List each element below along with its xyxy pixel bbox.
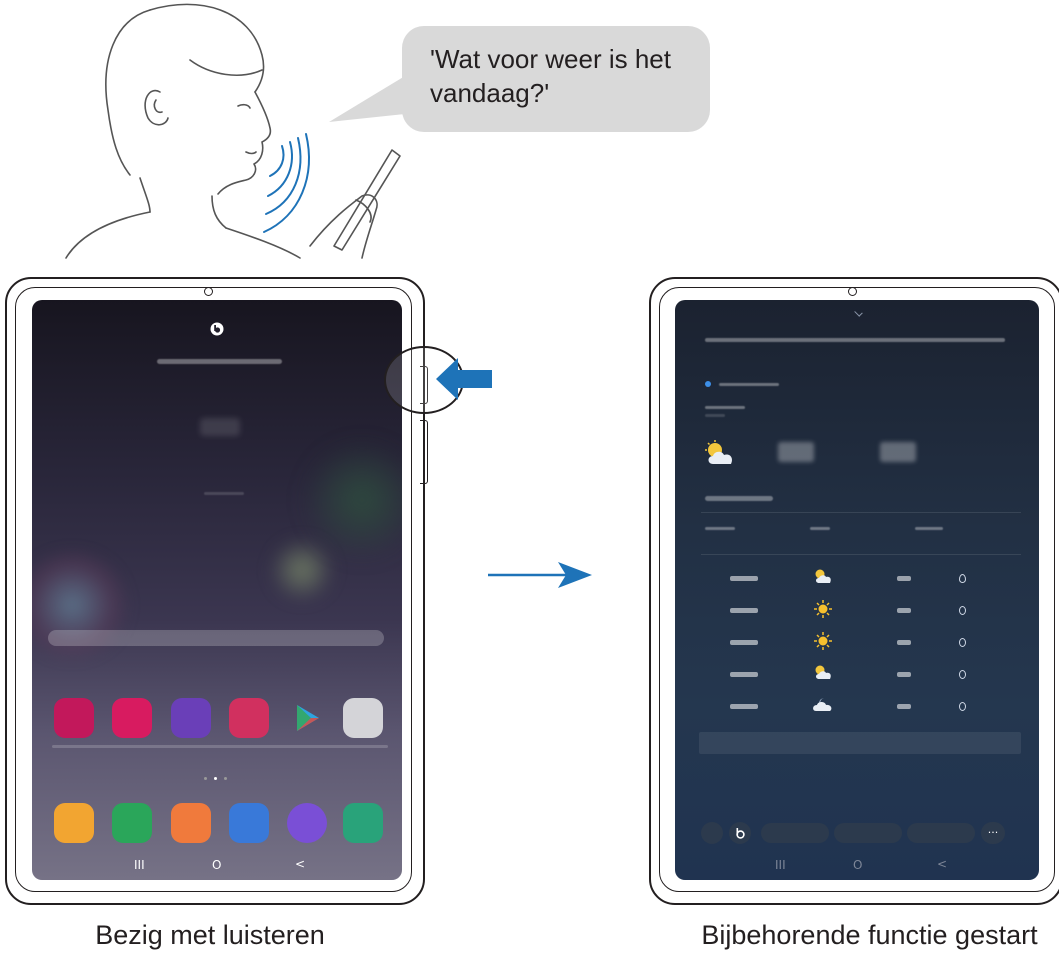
nav-back-button[interactable]: <	[937, 857, 947, 871]
sunny-icon	[814, 632, 832, 650]
low-temperature	[880, 442, 916, 462]
partly-cloudy-icon	[815, 665, 831, 679]
collapse-chevron-icon[interactable]	[854, 308, 863, 317]
weather-provider-text	[719, 383, 779, 386]
sunny-icon	[814, 600, 832, 618]
location-text	[705, 406, 745, 409]
high-temperature	[778, 442, 814, 462]
rain-drop-icon	[959, 606, 966, 615]
partly-cloudy-icon	[705, 440, 733, 464]
page-indicator	[204, 777, 230, 781]
detail-label-1	[705, 527, 735, 530]
nav-back-button[interactable]: <	[295, 857, 305, 871]
divider	[701, 554, 1021, 555]
press-arrow-icon	[436, 358, 492, 400]
app-icon-internet[interactable]	[287, 803, 327, 843]
caption-function-started: Bijbehorende functie gestart	[701, 920, 1038, 950]
suggestion-chip-3[interactable]	[907, 823, 975, 843]
rain-drop-icon	[959, 670, 966, 679]
app-icon-gallery[interactable]	[54, 698, 94, 738]
hourly-time	[730, 672, 758, 677]
nav-recents-button[interactable]: III	[134, 858, 145, 872]
app-icon-phone[interactable]	[112, 803, 152, 843]
hourly-time	[730, 608, 758, 613]
app-icon-calendar[interactable]	[343, 803, 383, 843]
date-text	[204, 492, 244, 495]
speech-bubble-text: 'Wat voor weer is het vandaag?'	[430, 44, 671, 108]
suggestion-chip-1[interactable]	[761, 823, 829, 843]
see-more-bar[interactable]	[699, 732, 1021, 754]
suggestion-chip-2[interactable]	[834, 823, 902, 843]
keyboard-button[interactable]	[701, 822, 723, 844]
app-label-row	[52, 745, 388, 748]
hourly-time	[730, 576, 758, 581]
weather-condition-text	[705, 496, 773, 501]
more-button[interactable]: ...	[981, 822, 1005, 844]
app-icon-game-launcher[interactable]	[171, 698, 211, 738]
partly-cloudy-icon	[815, 569, 831, 583]
hourly-temperature	[897, 640, 911, 645]
left-screen: III O <	[32, 300, 402, 880]
app-icon-camera[interactable]	[112, 698, 152, 738]
rain-drop-icon	[959, 638, 966, 647]
hourly-temperature	[897, 672, 911, 677]
bixby-icon[interactable]	[210, 322, 224, 336]
front-camera	[848, 287, 857, 296]
detail-label-3	[915, 527, 943, 530]
listening-query-text	[157, 359, 282, 364]
detail-label-2	[810, 527, 830, 530]
caption-listening: Bezig met luisteren	[95, 920, 325, 950]
divider	[701, 512, 1021, 513]
search-bar[interactable]	[48, 630, 384, 646]
clock-widget	[200, 418, 240, 436]
volume-key[interactable]	[420, 420, 428, 484]
hourly-time	[730, 640, 758, 645]
app-icon-my-files[interactable]	[54, 803, 94, 843]
app-icon-messages[interactable]	[229, 803, 269, 843]
app-icon-google-folder[interactable]	[343, 698, 383, 738]
location-subtext	[705, 414, 725, 417]
app-icon-galaxy-store[interactable]	[229, 698, 269, 738]
rain-drop-icon	[959, 702, 966, 711]
nav-home-button[interactable]: O	[853, 858, 862, 872]
hourly-temperature	[897, 608, 911, 613]
front-camera	[204, 287, 213, 296]
night-cloudy-icon	[813, 698, 832, 711]
hourly-temperature	[897, 576, 911, 581]
nav-home-button[interactable]: O	[212, 858, 221, 872]
nav-recents-button[interactable]: III	[775, 858, 786, 872]
bixby-button[interactable]	[729, 822, 751, 844]
app-icon-play-store[interactable]	[287, 698, 327, 738]
right-screen: ... III O <	[675, 300, 1039, 880]
hourly-temperature	[897, 704, 911, 709]
bixby-response-text	[705, 338, 1005, 342]
app-icon-contacts[interactable]	[171, 803, 211, 843]
location-dot-icon	[705, 381, 711, 387]
person-speaking-illustration	[65, 3, 401, 259]
transition-arrow-icon	[488, 562, 592, 588]
rain-drop-icon	[959, 574, 966, 583]
hourly-time	[730, 704, 758, 709]
